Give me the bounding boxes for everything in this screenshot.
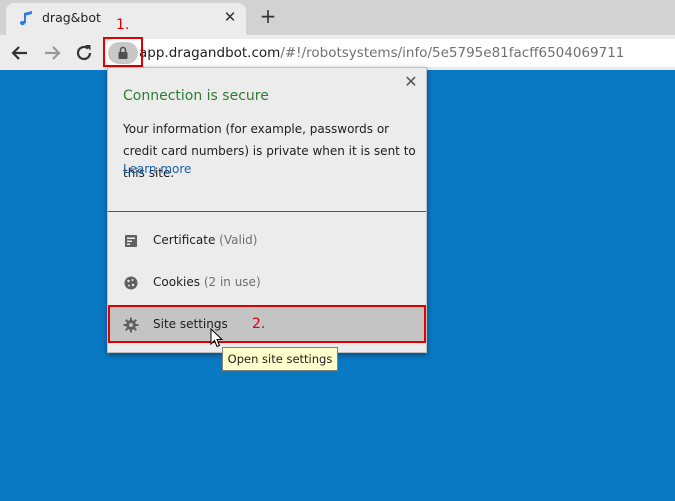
url-host: app.dragandbot.com	[139, 45, 281, 61]
certificate-status: (Valid)	[219, 233, 258, 247]
tab-close-icon[interactable]: ✕	[222, 9, 238, 25]
certificate-label: Certificate (Valid)	[153, 233, 257, 247]
annotation-box-step2	[108, 305, 426, 343]
url-text: app.dragandbot.com/#!/robotsystems/info/…	[139, 45, 624, 61]
url-path: /#!/robotsystems/info/5e5795e81facff6504…	[280, 45, 625, 61]
site-settings-tooltip: Open site settings	[222, 347, 338, 371]
cookie-icon	[124, 276, 138, 290]
back-arrow-icon[interactable]	[7, 40, 33, 66]
cookies-text: Cookies	[153, 275, 200, 289]
forward-arrow-icon[interactable]	[39, 40, 65, 66]
music-note-icon	[19, 11, 32, 26]
popup-divider	[108, 211, 426, 212]
cookies-label: Cookies (2 in use)	[153, 275, 261, 289]
toolbar: app.dragandbot.com/#!/robotsystems/info/…	[0, 35, 675, 70]
certificate-icon	[125, 235, 137, 247]
mouse-cursor-icon	[210, 328, 224, 348]
annotation-label-step1: 1.	[116, 17, 130, 33]
annotation-label-step2: 2.	[252, 316, 266, 332]
cookies-count: (2 in use)	[203, 275, 261, 289]
tab-strip: drag&bot ✕ +	[0, 0, 675, 35]
popup-close-icon[interactable]: ✕	[403, 74, 419, 90]
new-tab-button[interactable]: +	[258, 6, 278, 26]
certificate-text: Certificate	[153, 233, 216, 247]
reload-icon[interactable]	[71, 40, 97, 66]
tab-title: drag&bot	[42, 10, 101, 25]
certificate-item[interactable]: Certificate (Valid)	[108, 223, 426, 259]
address-bar[interactable]: app.dragandbot.com/#!/robotsystems/info/…	[103, 39, 675, 67]
cookies-item[interactable]: Cookies (2 in use)	[108, 265, 426, 301]
annotation-box-step1	[103, 37, 143, 67]
learn-more-link[interactable]: Learn more	[123, 162, 191, 176]
popup-title: Connection is secure	[123, 88, 269, 104]
